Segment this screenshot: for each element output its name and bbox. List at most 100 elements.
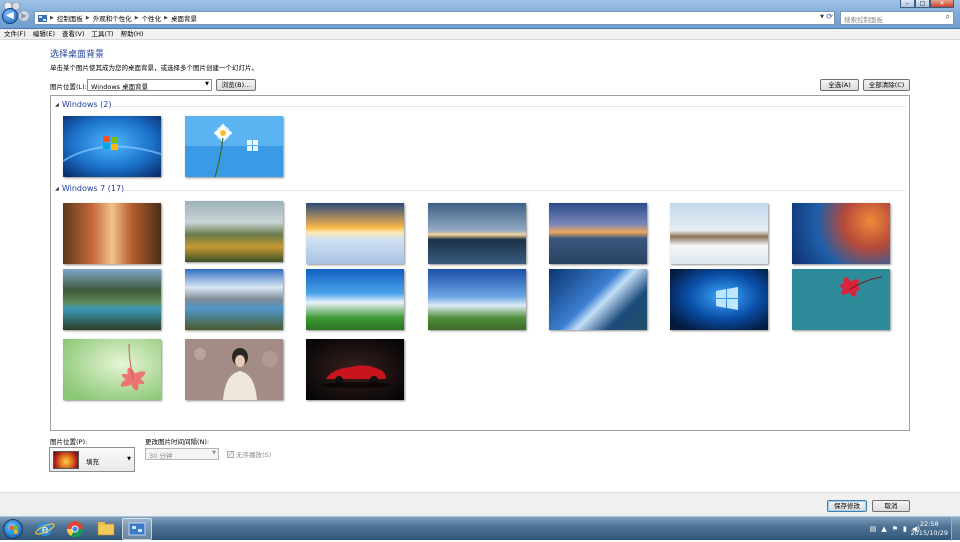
breadcrumb-separator: ▶ <box>164 15 168 21</box>
footer-bar <box>0 492 960 516</box>
flag-icon[interactable]: ⚑ <box>892 525 898 533</box>
wallpaper-thumb-autumn-forest-path[interactable] <box>63 203 161 264</box>
menu-edit[interactable]: 编辑(E) <box>33 29 55 39</box>
interval-select-value: 30 分钟 <box>149 452 173 460</box>
wallpaper-thumb-blue-orange-blur[interactable] <box>792 203 890 264</box>
wallpaper-thumb-blue-sky-meadow[interactable] <box>306 269 404 330</box>
wallpaper-thumb-mountain-lake-clouds[interactable] <box>185 269 283 330</box>
position-select[interactable]: 填充 ▼ <box>49 447 135 472</box>
menu-tools[interactable]: 工具(T) <box>92 29 114 39</box>
location-select[interactable]: Windows 桌面背景 ▼ <box>87 79 212 91</box>
position-label: 图片位置(P): <box>50 438 88 446</box>
menu-file[interactable]: 文件(F) <box>4 29 26 39</box>
menu-help[interactable]: 帮助(H) <box>121 29 144 39</box>
wallpaper-thumb-pink-flower-green[interactable] <box>63 339 161 400</box>
wallpaper-gallery[interactable]: ◢ Windows (2) ◢ Windows 7 (17) <box>50 95 910 431</box>
wallpaper-thumb-lake-sunset[interactable] <box>428 203 526 264</box>
window-controls: – □ ✕ <box>900 0 954 8</box>
chevron-down-icon: ▼ <box>205 81 209 87</box>
wallpaper-thumb-snow-sunset-footprints[interactable] <box>306 203 404 264</box>
save-changes-button[interactable]: 保存修改 <box>827 500 867 512</box>
start-button[interactable] <box>3 519 23 539</box>
chevron-down-icon: ▼ <box>127 456 131 462</box>
interval-select[interactable]: 30 分钟 ▼ <box>145 448 219 460</box>
address-bar[interactable]: ▶ 控制面板 ▶ 外观和个性化 ▶ 个性化 ▶ 桌面背景 ▼ ⟳ <box>34 11 835 25</box>
internet-explorer-icon: e <box>35 522 55 536</box>
minimize-button[interactable]: – <box>900 0 915 8</box>
clock[interactable]: 22:58 2015/10/29 <box>911 520 948 538</box>
windows-10-image <box>670 269 768 330</box>
checkbox-icon[interactable]: ✓ <box>227 450 234 458</box>
wallpaper-thumb-red-flower-teal[interactable] <box>792 269 890 330</box>
keyboard-icon[interactable]: ▤ <box>870 525 877 533</box>
wallpaper-thumb-snowy-tree-road[interactable] <box>670 203 768 264</box>
group-label-windows: Windows (2) <box>61 100 112 109</box>
back-button[interactable]: ◀ <box>2 8 18 24</box>
woman-headphones-image <box>185 339 283 400</box>
page-title: 选择桌面背景 <box>50 50 105 60</box>
group-header-windows-7[interactable]: ◢ Windows 7 (17) <box>55 184 124 193</box>
search-input[interactable]: 搜索控制面板 ⌕ <box>840 11 954 25</box>
shuffle-label: 无序播放(S) <box>236 451 272 459</box>
red-flower-image <box>792 269 890 330</box>
collapse-triangle-icon[interactable]: ◢ <box>55 186 59 192</box>
forward-button[interactable]: ▶ <box>18 10 30 22</box>
wallpaper-thumb-blue-light-streaks[interactable] <box>549 269 647 330</box>
position-select-value: 填充 <box>86 458 99 466</box>
folder-icon <box>97 522 115 536</box>
page-subtitle: 单击某个图片使其成为您的桌面背景，或选择多个图片创建一个幻灯片。 <box>50 64 258 72</box>
shuffle-checkbox[interactable]: ✓ 无序播放(S) <box>227 449 271 459</box>
clock-time: 22:58 <box>919 520 939 528</box>
menu-bar: 文件(F) 编辑(E) 查看(V) 工具(T) 帮助(H) <box>0 29 960 40</box>
taskbar-file-explorer[interactable] <box>94 518 118 540</box>
wallpaper-thumb-red-sports-car[interactable] <box>306 339 404 400</box>
daisy-image <box>185 116 283 177</box>
breadcrumb-separator: ▶ <box>134 15 139 21</box>
group-divider <box>123 190 906 191</box>
windows-start-icon <box>10 526 18 534</box>
group-header-windows[interactable]: ◢ Windows (2) <box>55 100 111 109</box>
location-select-value: Windows 桌面背景 <box>91 83 149 91</box>
maximize-button[interactable]: □ <box>915 0 930 8</box>
wallpaper-thumb-daisy-windows-logo[interactable] <box>185 116 283 177</box>
search-placeholder: 搜索控制面板 <box>844 16 883 24</box>
wallpaper-thumb-foggy-autumn-valley[interactable] <box>185 201 283 262</box>
breadcrumb-desktop-background[interactable]: 桌面背景 <box>171 13 197 23</box>
wallpaper-thumb-woman-headphones[interactable] <box>185 339 283 400</box>
wallpaper-thumb-windows-10-logo[interactable] <box>670 269 768 330</box>
clear-all-button[interactable]: 全部清除(C) <box>863 79 910 91</box>
taskbar-internet-explorer[interactable]: e <box>33 518 57 540</box>
wallpaper-thumb-windows-7-logo[interactable] <box>63 116 161 177</box>
show-desktop-button[interactable] <box>951 517 960 541</box>
address-dropdown-icon[interactable]: ▼ <box>820 14 824 20</box>
menu-view[interactable]: 查看(V) <box>62 29 85 39</box>
wallpaper-thumb-wind-turbine-road[interactable] <box>428 269 526 330</box>
chrome-icon <box>66 521 84 538</box>
interval-label: 更改图片时间间隔(N): <box>145 438 210 446</box>
network-icon[interactable]: ▮ <box>903 525 907 533</box>
wallpaper-thumb-mountain-lake-green[interactable] <box>63 269 161 330</box>
taskbar-chrome[interactable] <box>63 518 87 540</box>
breadcrumb-appearance[interactable]: 外观和个性化 <box>93 13 132 23</box>
pink-flower-image <box>63 339 161 400</box>
red-car-image <box>306 339 404 400</box>
breadcrumb-separator: ▶ <box>85 15 90 21</box>
breadcrumb-control-panel[interactable]: 控制面板 <box>57 13 83 23</box>
cancel-button[interactable]: 取消 <box>872 500 910 512</box>
select-all-button[interactable]: 全选(A) <box>820 79 859 91</box>
taskbar-control-panel-active[interactable] <box>122 518 152 540</box>
wallpaper-thumb-sea-sunset-clouds[interactable] <box>549 203 647 264</box>
taskbar: e ▤ ▲ ⚑ ▮ ◀) 22:58 2015/10/29 <box>0 516 960 541</box>
refresh-icon[interactable]: ⟳ <box>826 12 833 21</box>
breadcrumb-personalization[interactable]: 个性化 <box>142 13 162 23</box>
location-label: 图片位置(L): <box>50 83 87 91</box>
group-divider <box>111 106 906 107</box>
group-label-windows-7: Windows 7 (17) <box>61 184 125 193</box>
show-hidden-icons[interactable]: ▲ <box>881 525 886 533</box>
search-icon[interactable]: ⌕ <box>946 12 950 22</box>
collapse-triangle-icon[interactable]: ◢ <box>55 102 59 108</box>
close-button[interactable]: ✕ <box>930 0 954 8</box>
breadcrumb-separator: ▶ <box>50 15 54 21</box>
browse-button[interactable]: 浏览(B)... <box>216 79 256 91</box>
chevron-down-icon: ▼ <box>212 450 216 456</box>
